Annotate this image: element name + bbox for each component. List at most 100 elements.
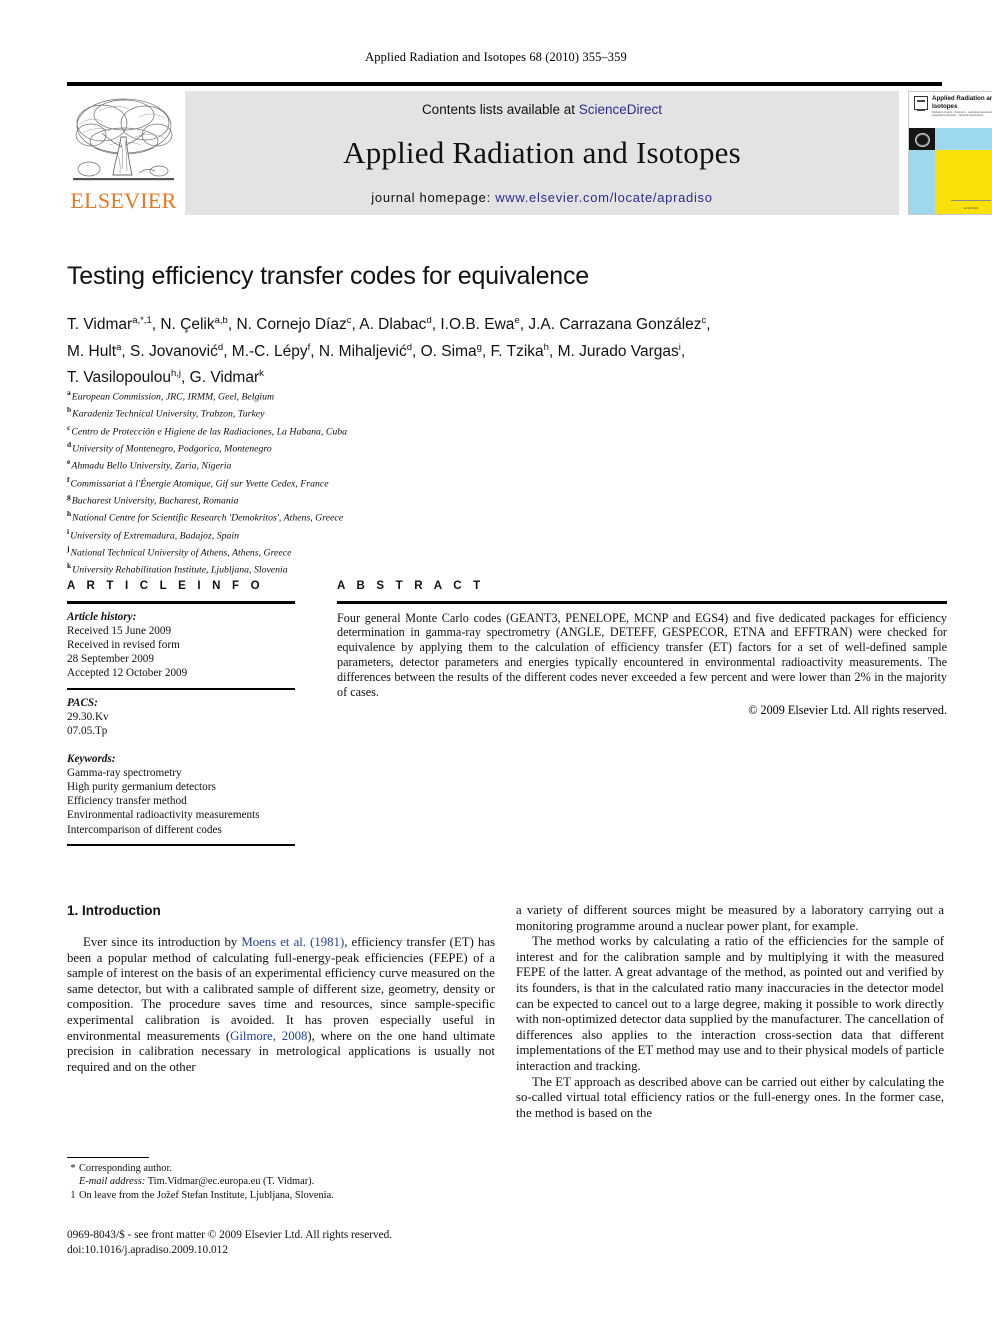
elsevier-logo: ELSEVIER [67,91,180,215]
affiliation-mark: b [67,405,72,415]
affiliation-list: aEuropean Commission, JRC, IRMM, Geel, B… [67,386,667,576]
running-head: Applied Radiation and Isotopes 68 (2010)… [365,50,627,64]
cover-title: Applied Radiation and Isotopes [932,95,992,110]
keyword-item: Efficiency transfer method [67,795,187,808]
footnote-email: E-mail address: Tim.Vidmar@ec.europa.eu … [67,1175,495,1188]
affiliation-text: Commissariat à l'Énergie Atomique, Gif s… [70,477,329,489]
footnote-mark-asterisk: * [70,1163,76,1174]
affiliation-item: iUniversity of Extremadura, Badajoz, Spa… [67,525,667,542]
intro-paragraph-1: Ever since its introduction by Moens et … [67,935,495,1075]
affiliation-text: Karadeniz Technical University, Trabzon,… [72,408,265,420]
journal-cover-thumbnail: Applied Radiation and Isotopes Radiation… [908,91,992,215]
affiliation-text: Ahmadu Bello University, Zaria, Nigeria [71,460,232,472]
footnote-email-address[interactable]: Tim.Vidmar@ec.europa.eu (T. Vidmar). [148,1176,315,1187]
affiliation-item: eAhmadu Bello University, Zaria, Nigeria [67,455,667,472]
intro-text-a: Ever since its introduction by [83,935,242,949]
article-history-item: Received in revised form [67,638,180,651]
cover-cyan-left-block [909,150,935,214]
affiliation-item: fCommissariat à l'Énergie Atomique, Gif … [67,473,667,490]
contents-prefix: Contents lists available at [421,102,579,117]
masthead-top-rule [67,82,942,86]
article-history-item: 28 September 2009 [67,653,154,666]
keyword-item: Gamma-ray spectrometry [67,766,182,779]
author-line-2: M. Hulta, S. Jovanovićd, M.-C. Lépyf, N.… [67,341,686,360]
pacs-label: PACS: [67,697,98,710]
footnote-corresponding-text: Corresponding author. [79,1163,172,1174]
imprint-doi-line[interactable]: doi:10.1016/j.apradiso.2009.10.012 [67,1243,537,1258]
right-paragraph-2: The method works by calculating a ratio … [516,934,944,1073]
keywords-label: Keywords: [67,752,116,765]
abstract-text: Four general Monte Carlo codes (GEANT3, … [337,610,947,700]
affiliation-mark: d [67,439,72,449]
abstract-heading: A B S T R A C T [337,580,485,592]
keyword-item: Environmental radioactivity measurements [67,809,260,822]
journal-title: Applied Radiation and Isotopes [343,135,741,170]
page-title: Testing efficiency transfer codes for eq… [67,262,589,290]
keyword-item: Intercomparison of different codes [67,823,222,836]
pacs-item: 29.30.Kv [67,711,109,724]
affiliation-mark: i [67,526,70,536]
affiliation-item: dUniversity of Montenegro, Podgorica, Mo… [67,438,667,455]
affiliation-mark: e [67,457,71,467]
article-history-block: Article history: Received 15 June 2009 R… [67,604,295,688]
keywords-block: Keywords: Gamma-ray spectrometry High pu… [67,746,295,844]
keyword-item: High purity germanium detectors [67,781,216,794]
cover-footer-rule [951,200,991,201]
article-history-label: Article history: [67,610,137,623]
affiliation-mark: k [67,561,72,571]
elsevier-wordmark: ELSEVIER [70,188,177,213]
imprint-block: 0969-8043/$ - see front matter © 2009 El… [67,1228,537,1257]
footnote-email-label: E-mail address: [79,1176,146,1188]
affiliation-mark: f [67,474,70,484]
section-heading-introduction: 1. Introduction [67,903,161,918]
cover-publisher-icon [914,96,928,111]
article-history-item: Accepted 12 October 2009 [67,667,188,680]
abstract-panel: A B S T R A C T Four general Monte Carlo… [337,580,947,718]
pacs-item: 07.05.Tp [67,725,108,738]
right-paragraph-1: a variety of different sources might be … [516,903,944,933]
right-paragraph-3: The ET approach as described above can b… [516,1074,944,1120]
paper-page: Applied Radiation and Isotopes 68 (2010)… [0,0,992,1323]
affiliation-text: National Centre for Scientific Research … [72,512,344,524]
affiliation-item: kUniversity Rehabilitation Institute, Lj… [67,559,667,576]
footnote-note-1-text: On leave from the Jožef Stefan Institute… [79,1189,334,1201]
affiliation-text: University of Extremadura, Badajoz, Spai… [70,529,239,541]
article-history-item: Received 15 June 2009 [67,624,172,637]
footnote-separator [67,1157,149,1158]
journal-homepage-line: journal homepage: www.elsevier.com/locat… [185,190,899,205]
affiliation-item: gBucharest University, Bucharest, Romani… [67,490,667,507]
author-list: T. Vidmara,*,1, N. Çelika,b, N. Cornejo … [67,310,947,390]
cover-black-block [909,128,935,150]
affiliation-mark: c [67,422,71,432]
cover-yellow-block [935,150,992,214]
affiliation-item: hNational Centre for Scientific Research… [67,507,667,524]
body-column-right: a variety of different sources might be … [516,903,944,1121]
sciencedirect-link[interactable]: ScienceDirect [579,102,662,117]
abstract-copyright: © 2009 Elsevier Ltd. All rights reserved… [748,702,947,717]
author-line-1: T. Vidmara,*,1, N. Çelika,b, N. Cornejo … [67,315,711,334]
footnote-block: * Corresponding author. E-mail address: T… [67,1162,495,1202]
imprint-issn-line: 0969-8043/$ - see front matter © 2009 El… [67,1229,393,1241]
journal-masthead: ELSEVIER Contents lists available at Sci… [67,82,992,215]
affiliation-text: National Technical University of Athens,… [70,547,292,559]
affiliation-text: Bucharest University, Bucharest, Romania [71,495,239,507]
pacs-block: PACS: 29.30.Kv 07.05.Tp [67,690,295,746]
citation-gilmore-2008[interactable]: Gilmore, 2008 [230,1029,307,1043]
affiliation-item: jNational Technical University of Athens… [67,542,667,559]
affiliation-item: aEuropean Commission, JRC, IRMM, Geel, B… [67,386,667,403]
cover-cyan-top-block [935,128,992,150]
journal-homepage-link[interactable]: www.elsevier.com/locate/apradiso [495,190,713,205]
affiliation-mark: h [67,509,72,519]
body-column-left: 1. Introduction Ever since its introduct… [67,903,495,1075]
contents-available-line: Contents lists available at ScienceDirec… [185,102,899,117]
affiliation-item: cCentro de Protección e Higiene de las R… [67,421,667,438]
elsevier-tree-icon [69,93,178,186]
citation-moens-1981[interactable]: Moens et al. (1981) [241,935,344,949]
masthead-band: Contents lists available at ScienceDirec… [185,91,899,215]
footnote-note-1: 1 On leave from the Jožef Stefan Institut… [67,1189,495,1202]
affiliation-mark: j [67,543,70,553]
intro-text-b: , efficiency transfer (ET) has been a po… [67,935,495,1043]
affiliation-text: Centro de Protección e Higiene de las Ra… [71,425,348,437]
article-info-heading: A R T I C L E I N F O [67,580,264,592]
affiliation-text: University of Montenegro, Podgorica, Mon… [72,443,272,455]
